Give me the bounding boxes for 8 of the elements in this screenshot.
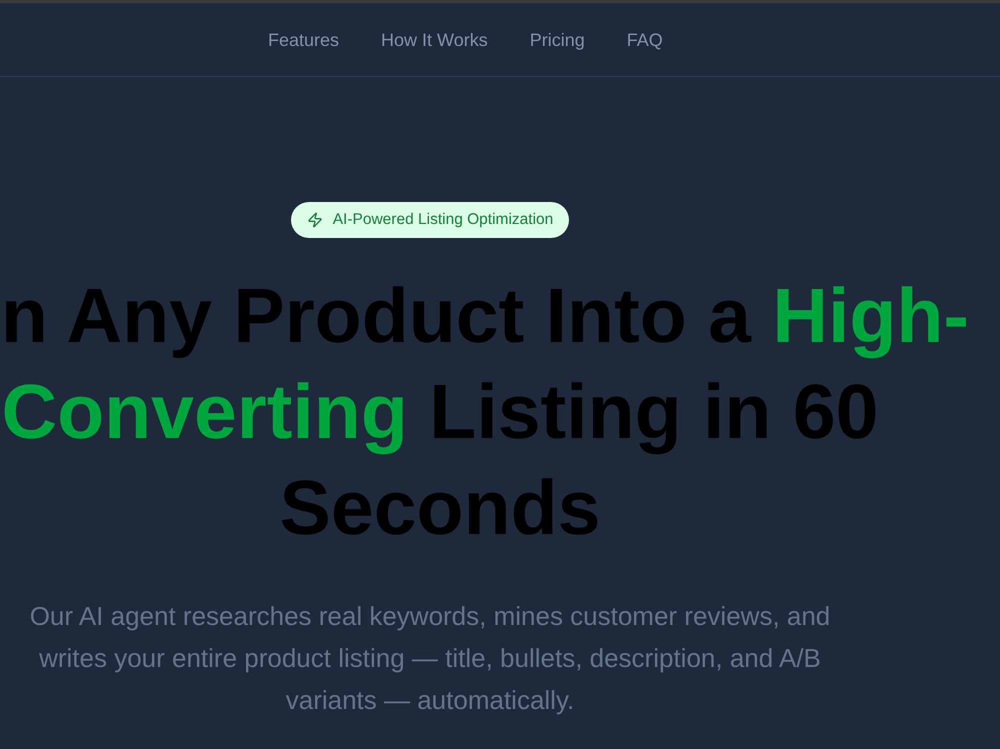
nav-link[interactable]: Features xyxy=(268,30,340,51)
nav-link[interactable]: FAQ xyxy=(626,30,663,51)
lightning-icon xyxy=(306,212,323,228)
badge-label: AI-Powered Listing Optimization xyxy=(332,211,554,229)
nav-link[interactable]: How It Works xyxy=(381,30,488,51)
hero-heading: n Any Product Into a High-Converting Listing in 60 Seconds xyxy=(0,272,970,553)
nav-link[interactable]: Pricing xyxy=(530,30,585,51)
hero-subtitle: Our AI agent researches real keywords, mines customer reviews, and writes your entire product listing — title, bullets, description, and A/B variants — automatically. xyxy=(28,600,832,717)
